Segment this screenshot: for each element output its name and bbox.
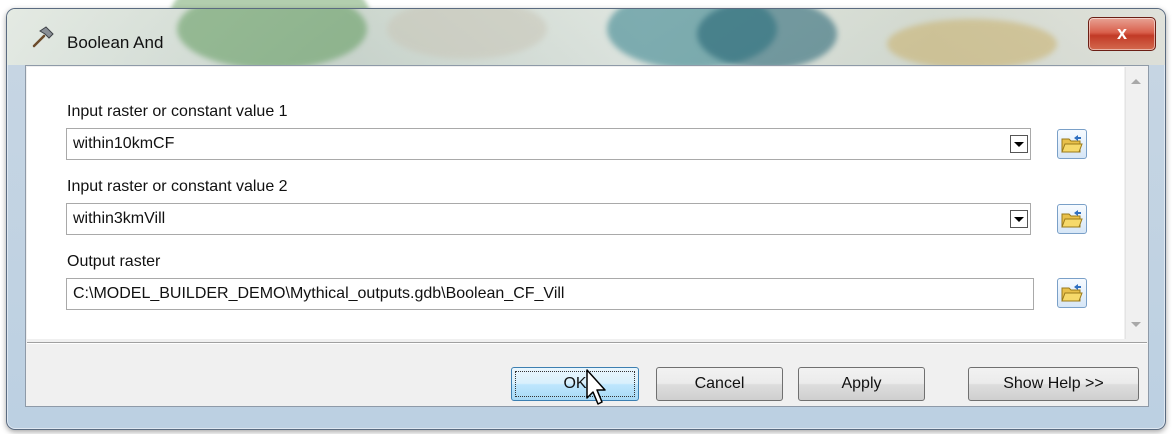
- vertical-scrollbar[interactable]: [1125, 67, 1147, 339]
- param-1-label: Input raster or constant value 1: [67, 103, 288, 120]
- title-bar[interactable]: Boolean And x: [7, 9, 1165, 69]
- dialog-client-area: Input raster or constant value 1 within1…: [25, 65, 1149, 407]
- open-folder-icon: [1061, 135, 1083, 153]
- scroll-down-icon[interactable]: [1131, 322, 1141, 327]
- param-3-browse-button[interactable]: [1057, 278, 1087, 308]
- param-2-value: within3kmVill: [73, 210, 166, 227]
- output-raster-input[interactable]: C:\MODEL_BUILDER_DEMO\Mythical_outputs.g…: [66, 278, 1034, 310]
- ok-button[interactable]: OK: [511, 367, 639, 401]
- cancel-button[interactable]: Cancel: [656, 367, 783, 401]
- focus-rectangle: [515, 371, 635, 397]
- parameters-panel: Input raster or constant value 1 within1…: [27, 67, 1124, 339]
- close-icon: x: [1116, 23, 1127, 43]
- mouse-pointer-icon: [586, 369, 606, 405]
- param-2-browse-button[interactable]: [1057, 204, 1087, 234]
- chevron-down-icon[interactable]: [1010, 210, 1028, 228]
- button-separator: [27, 342, 1147, 344]
- param-1-combo[interactable]: within10kmCF: [66, 128, 1031, 160]
- param-2-label: Input raster or constant value 2: [67, 178, 288, 195]
- param-2-combo[interactable]: within3kmVill: [66, 203, 1031, 235]
- open-folder-icon: [1061, 210, 1083, 228]
- show-help-button[interactable]: Show Help >>: [968, 367, 1139, 401]
- param-1-value: within10kmCF: [73, 135, 175, 152]
- hammer-icon: [31, 25, 55, 49]
- chevron-down-icon[interactable]: [1010, 135, 1028, 153]
- apply-button[interactable]: Apply: [798, 367, 925, 401]
- dialog-window: Boolean And x Input raster or constant v…: [6, 8, 1166, 430]
- open-folder-icon: [1061, 284, 1083, 302]
- param-1-browse-button[interactable]: [1057, 129, 1087, 159]
- param-3-label: Output raster: [67, 253, 161, 270]
- window-title: Boolean And: [67, 33, 164, 52]
- scroll-up-icon[interactable]: [1131, 79, 1141, 84]
- close-button[interactable]: x: [1088, 17, 1156, 51]
